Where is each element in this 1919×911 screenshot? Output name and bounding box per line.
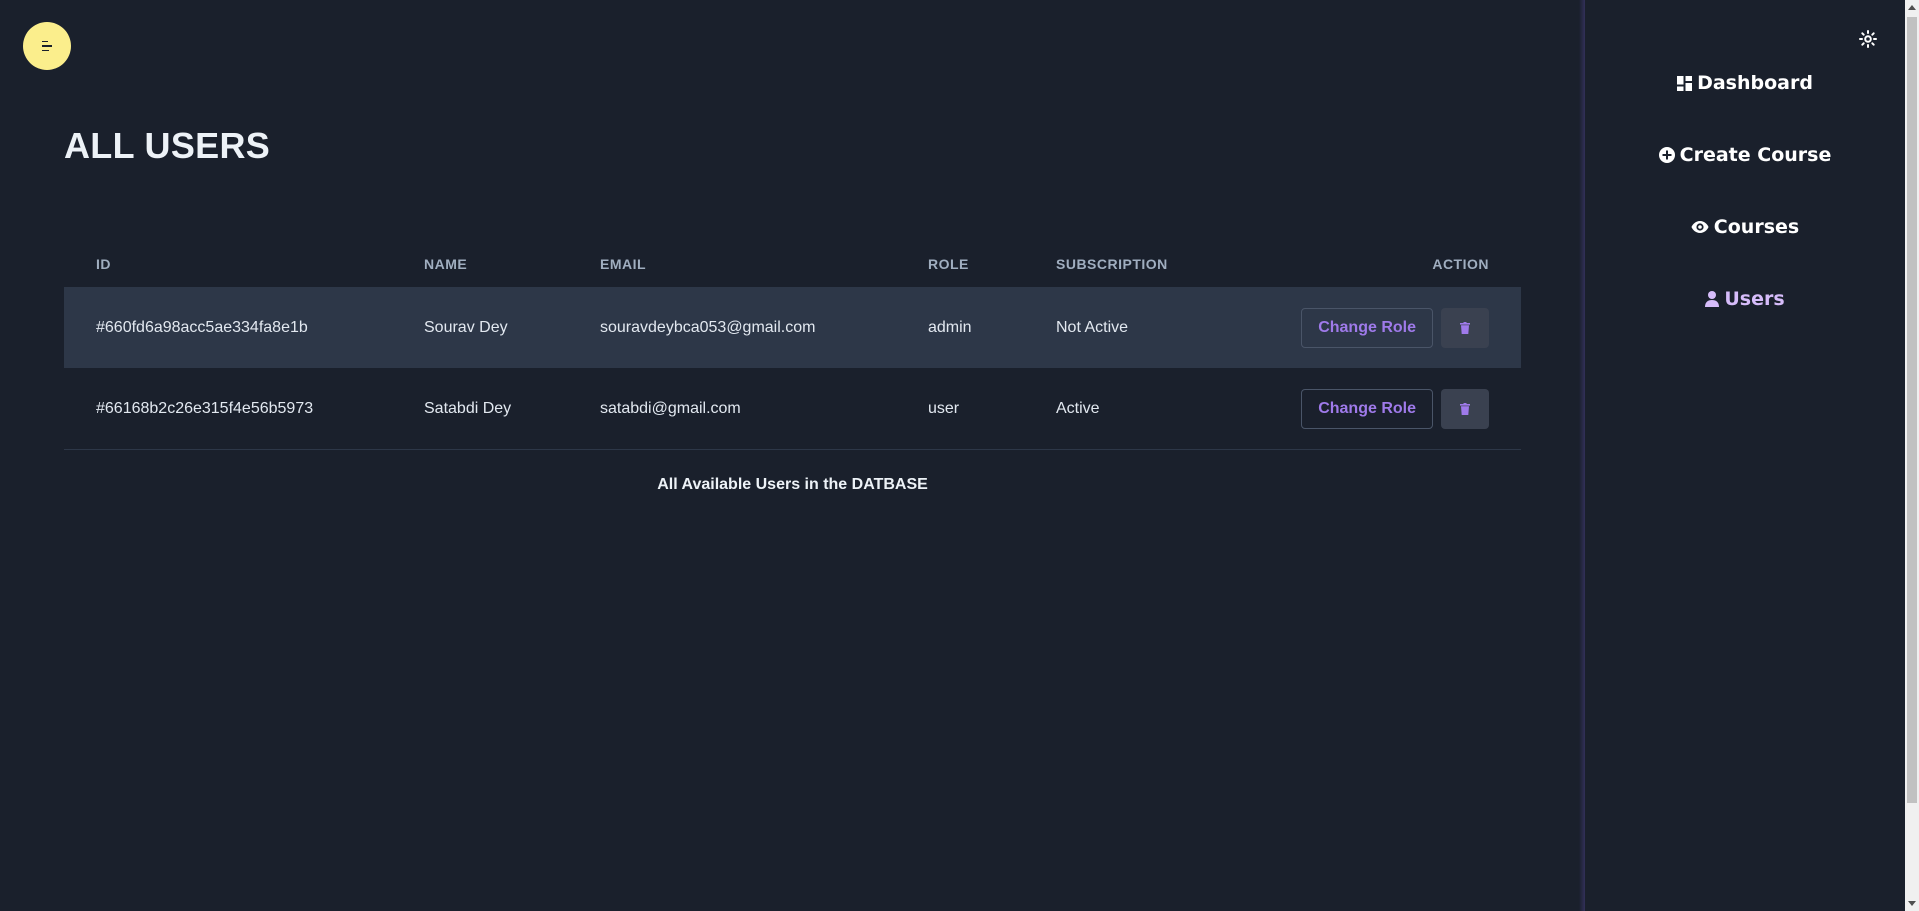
sun-icon <box>1859 30 1877 48</box>
sidebar-item-label: Users <box>1724 288 1785 310</box>
trash-icon <box>1460 402 1470 415</box>
column-header-id: ID <box>96 256 111 272</box>
table-header-row: ID NAME EMAIL ROLE SUBSCRIPTION ACTION <box>64 241 1521 287</box>
column-header-name: NAME <box>424 256 468 272</box>
column-header-email: EMAIL <box>600 256 647 272</box>
user-name: Satabdi Dey <box>424 368 600 450</box>
column-header-subscription: SUBSCRIPTION <box>1056 256 1168 272</box>
users-table: ID NAME EMAIL ROLE SUBSCRIPTION ACTION #… <box>64 241 1521 450</box>
sidebar-item-courses[interactable]: Courses <box>1585 212 1905 242</box>
menu-toggle-button[interactable] <box>23 22 71 70</box>
sidebar <box>1585 0 1905 911</box>
user-actions: Change Role <box>1256 287 1521 368</box>
user-subscription: Not Active <box>1056 318 1129 336</box>
page-title: ALL USERS <box>64 125 271 166</box>
menu-icon <box>42 40 52 52</box>
table-row: #66168b2c26e315f4e56b5973 Satabdi Dey sa… <box>64 368 1521 450</box>
user-email: satabdi@gmail.com <box>600 368 928 450</box>
column-header-action: ACTION <box>1432 256 1489 272</box>
theme-toggle-button[interactable] <box>1854 25 1882 53</box>
change-role-button[interactable]: Change Role <box>1301 307 1433 348</box>
sidebar-item-create-course[interactable]: Create Course <box>1585 140 1905 170</box>
delete-user-button[interactable] <box>1441 388 1489 429</box>
sidebar-item-label: Create Course <box>1679 144 1832 166</box>
scroll-up-arrow-icon[interactable] <box>1908 5 1916 10</box>
table-caption: All Available Users in the DATBASE <box>657 476 928 493</box>
sidebar-item-users[interactable]: Users <box>1585 284 1905 314</box>
change-role-button[interactable]: Change Role <box>1301 388 1433 429</box>
user-id: #660fd6a98acc5ae334fa8e1b <box>96 318 308 336</box>
delete-user-button[interactable] <box>1441 307 1489 348</box>
scrollbar[interactable] <box>1905 0 1919 911</box>
trash-icon <box>1460 321 1470 334</box>
user-id: #66168b2c26e315f4e56b5973 <box>64 368 424 450</box>
plus-circle-icon <box>1658 147 1675 163</box>
user-role: admin <box>928 318 972 336</box>
sidebar-item-label: Dashboard <box>1697 72 1813 94</box>
user-subscription: Active <box>1056 368 1256 450</box>
scrollbar-thumb[interactable] <box>1907 17 1917 803</box>
dashboard-icon <box>1677 75 1693 91</box>
user-icon <box>1705 291 1720 307</box>
user-actions: Change Role <box>1256 368 1521 450</box>
user-role: user <box>928 368 1056 450</box>
table-row: #660fd6a98acc5ae334fa8e1b Sourav Dey sou… <box>64 287 1521 368</box>
eye-icon <box>1691 221 1709 233</box>
sidebar-item-dashboard[interactable]: Dashboard <box>1585 68 1905 98</box>
scroll-down-arrow-icon[interactable] <box>1908 901 1916 906</box>
user-email: souravdeybca053@gmail.com <box>600 318 816 336</box>
sidebar-item-label: Courses <box>1713 216 1800 238</box>
user-name: Sourav Dey <box>424 318 508 336</box>
column-header-role: ROLE <box>928 256 969 272</box>
